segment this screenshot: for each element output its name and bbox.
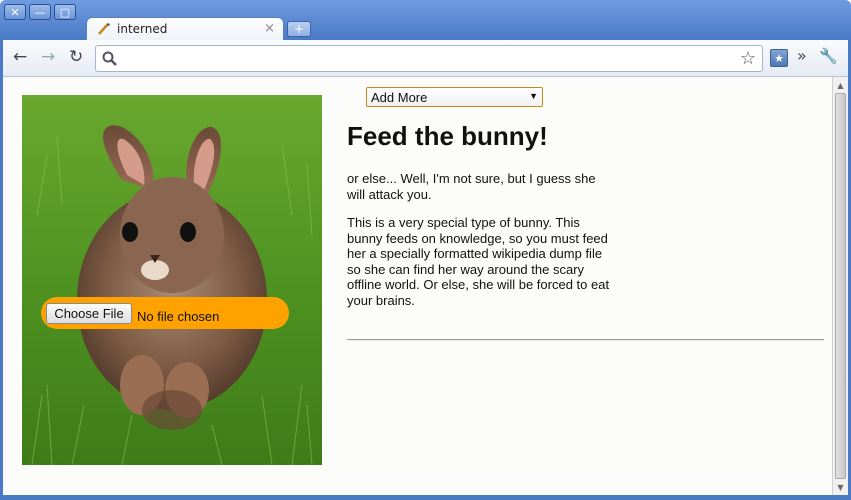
description-paragraph: This is a very special type of bunny. Th… bbox=[347, 215, 610, 308]
minimize-window-button[interactable]: — bbox=[29, 4, 51, 20]
tab-title: interned bbox=[117, 22, 168, 36]
intro-paragraph: or else... Well, I'm not sure, but I gue… bbox=[347, 171, 596, 202]
horizontal-divider bbox=[347, 339, 824, 341]
back-icon[interactable]: ← bbox=[13, 49, 27, 66]
scroll-down-icon[interactable]: ▼ bbox=[835, 481, 846, 493]
close-window-button[interactable]: ✕ bbox=[4, 4, 26, 20]
dropdown-caret-icon: ▼ bbox=[529, 91, 538, 101]
bunny-illustration bbox=[22, 95, 322, 465]
page-title: Feed the bunny! bbox=[347, 121, 548, 151]
search-icon bbox=[102, 51, 117, 66]
choose-file-button[interactable]: Choose File bbox=[46, 303, 132, 324]
tab-interned[interactable]: interned × bbox=[86, 17, 284, 41]
maximize-window-button[interactable]: ▢ bbox=[54, 4, 76, 20]
chevron-icon[interactable]: » bbox=[797, 48, 807, 64]
address-input[interactable] bbox=[124, 50, 724, 68]
scroll-up-icon[interactable]: ▲ bbox=[835, 79, 846, 91]
omnibox[interactable]: ☆ bbox=[95, 45, 763, 72]
wrench-icon[interactable]: 🔧 bbox=[819, 49, 838, 64]
scroll-thumb[interactable] bbox=[835, 93, 846, 479]
dropdown-selected-value: Add More bbox=[371, 90, 428, 105]
new-tab-button[interactable]: + bbox=[287, 21, 311, 37]
bunny-image bbox=[22, 95, 322, 465]
forward-icon[interactable]: → bbox=[41, 49, 55, 66]
window-controls: ✕ — ▢ bbox=[4, 4, 76, 20]
reload-icon[interactable]: ↻ bbox=[69, 49, 83, 66]
star-icon[interactable]: ☆ bbox=[740, 48, 756, 69]
tab-strip: ✕ — ▢ interned × + bbox=[0, 0, 851, 41]
bookmark-icon[interactable]: ★ bbox=[770, 49, 788, 67]
favicon-icon bbox=[98, 23, 110, 35]
toolbar: ← → ↻ ☆ ★ » 🔧 bbox=[3, 40, 848, 77]
browser-window: ✕ — ▢ interned × + ← → ↻ ☆ ★ » 🔧 Choose … bbox=[0, 0, 851, 500]
tab-close-icon[interactable]: × bbox=[264, 21, 275, 36]
page-viewport: Choose File No file chosen Add More ▼ Fe… bbox=[3, 77, 832, 495]
vertical-scrollbar[interactable]: ▲ ▼ bbox=[832, 77, 848, 495]
file-status-label: No file chosen bbox=[137, 309, 220, 324]
add-more-dropdown[interactable]: Add More ▼ bbox=[366, 87, 543, 107]
